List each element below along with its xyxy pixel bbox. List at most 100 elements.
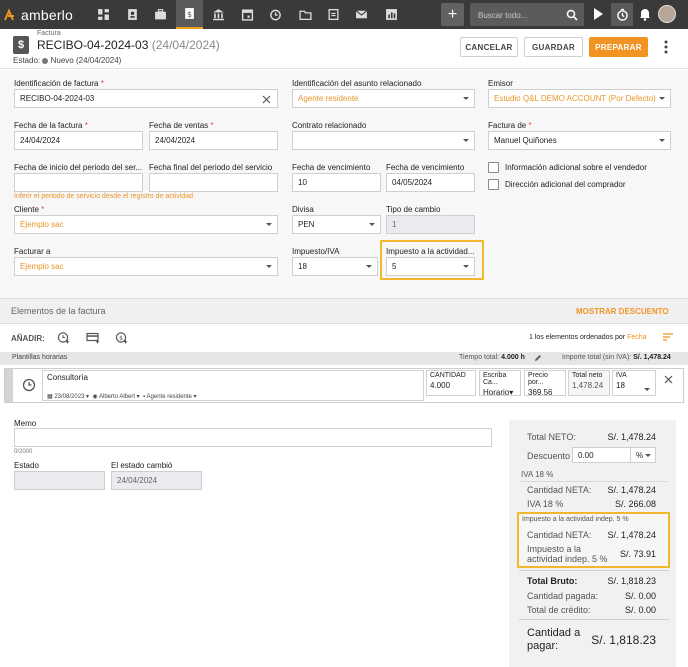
prepare-button[interactable]: PREPARAR xyxy=(589,37,648,57)
seller-info-checkbox[interactable] xyxy=(488,162,499,173)
add-fee-button[interactable]: $ xyxy=(115,331,128,346)
discount-unit-select[interactable]: % xyxy=(630,447,656,463)
unit-cell[interactable]: Escriba Ca... Horario▾ xyxy=(479,370,521,397)
play-timer-button[interactable] xyxy=(592,7,604,23)
activity-tax-select[interactable]: 5 xyxy=(386,257,475,276)
drag-handle[interactable] xyxy=(5,369,13,402)
add-expense-button[interactable] xyxy=(86,331,100,346)
quick-add-button[interactable]: + xyxy=(441,3,464,26)
document-icon xyxy=(328,8,339,21)
nav-contacts[interactable] xyxy=(119,0,146,29)
remove-line-button[interactable] xyxy=(664,375,673,386)
add-time-entry-button[interactable] xyxy=(57,331,70,346)
issuer-select[interactable]: Estudio Q&L DEMO ACCOUNT (Por Defecto) xyxy=(488,89,671,108)
nav-bank[interactable] xyxy=(205,0,232,29)
cancel-button[interactable]: CANCELAR xyxy=(460,37,518,57)
time-entry-icon xyxy=(22,378,36,394)
nav-matters[interactable] xyxy=(147,0,174,29)
period-end-label: Fecha final del periodo del servicio xyxy=(149,163,273,172)
status-text: Nuevo (24/04/2024) xyxy=(50,56,122,65)
more-options-button[interactable] xyxy=(664,38,668,56)
qty-cell[interactable]: CANTIDAD 4.000 xyxy=(426,370,476,396)
contract-select[interactable] xyxy=(292,131,475,150)
svg-text:$: $ xyxy=(119,335,123,342)
currency-select[interactable]: PEN xyxy=(292,215,381,234)
buyer-address-label: Dirección adicional del comprador xyxy=(505,180,626,189)
show-discount-link[interactable]: MOSTRAR DESCUENTO xyxy=(576,307,669,316)
dollar-plus-icon: $ xyxy=(115,332,128,344)
edit-time-icon[interactable] xyxy=(534,354,542,364)
nav-reports[interactable] xyxy=(378,0,405,29)
line-meta: ▦ 23/08/2023 ▾ ◉ Alberto Albert ▾ ▪ Agen… xyxy=(47,393,197,400)
sort-icon xyxy=(663,333,673,341)
invoice-doc-icon: $ xyxy=(13,36,29,54)
memo-counter: 0/2000 xyxy=(14,449,33,455)
line-user-chip[interactable]: ◉ Alberto Albert ▾ xyxy=(92,394,139,400)
period-start-input[interactable] xyxy=(14,173,143,192)
user-avatar[interactable] xyxy=(658,5,676,23)
app-logo[interactable]: amberlo xyxy=(4,6,73,24)
status-prefix: Estado: xyxy=(13,56,41,65)
net-total-cell: Total neto 1,478.24 xyxy=(568,370,610,396)
search-icon xyxy=(566,9,578,21)
currency-label: Divisa xyxy=(292,205,314,214)
vat-cell[interactable]: IVA 18 xyxy=(612,370,656,396)
stopwatch-button[interactable] xyxy=(611,3,633,26)
calendar-icon xyxy=(241,9,254,21)
issuer-label: Emisor xyxy=(488,79,513,88)
nav-files[interactable] xyxy=(292,0,319,29)
period-hint-link[interactable]: Inferir el periodo de servicio desde el … xyxy=(14,193,193,200)
exchange-rate-label: Tipo de cambio xyxy=(386,205,441,214)
nav-calendar[interactable] xyxy=(234,0,261,29)
nav-documents[interactable] xyxy=(320,0,347,29)
discount-input[interactable]: 0.00 xyxy=(572,447,632,463)
chevron-down-icon xyxy=(266,223,272,226)
briefcase-icon xyxy=(155,9,166,20)
bill-to-select[interactable]: Ejemplo sac xyxy=(14,257,278,276)
save-button[interactable]: GUARDAR xyxy=(524,37,583,57)
activity-tax-label: Impuesto a la actividad... xyxy=(386,247,475,256)
due-date-input[interactable]: 04/05/2024 xyxy=(386,173,475,192)
chevron-down-icon xyxy=(645,454,651,457)
total-time: Tiempo total: 4.000 h xyxy=(459,354,525,361)
svg-text:$: $ xyxy=(187,10,192,19)
card-plus-icon xyxy=(86,332,100,344)
line-matter-chip[interactable]: ▪ Agente residente ▾ xyxy=(143,394,197,400)
contacts-icon xyxy=(128,9,137,20)
amberlo-logo-icon xyxy=(4,8,14,21)
folder-icon xyxy=(299,10,312,21)
invoice-number: RECIBO-04-2024-03 xyxy=(37,38,149,52)
matter-select[interactable]: Agente residente xyxy=(292,89,475,108)
sort-field-dropdown[interactable]: Fecha xyxy=(627,334,646,341)
period-end-input[interactable] xyxy=(149,173,278,192)
clear-icon[interactable] xyxy=(262,95,271,104)
sort-order-button[interactable] xyxy=(663,333,673,343)
sales-date-label: Fecha de ventas * xyxy=(149,121,214,130)
notifications-button[interactable] xyxy=(639,7,651,23)
invoice-id-input[interactable]: RECIBO-04-2024-03 xyxy=(14,89,278,108)
doc-type-label: Factura xyxy=(37,30,61,37)
chevron-down-icon xyxy=(366,265,372,268)
buyer-address-checkbox[interactable] xyxy=(488,179,499,190)
client-label: Cliente * xyxy=(14,205,45,214)
nav-time[interactable] xyxy=(262,0,289,29)
status-changed-field: 24/04/2024 xyxy=(111,471,202,490)
due-date-label: Fecha de vencimiento xyxy=(386,163,465,172)
tax-select[interactable]: 18 xyxy=(292,257,378,276)
price-cell[interactable]: Precio por... 369.56 xyxy=(524,370,566,397)
sales-date-input[interactable]: 24/04/2024 xyxy=(149,131,278,150)
line-date-chip[interactable]: ▦ 23/08/2023 ▾ xyxy=(47,394,89,400)
chevron-down-icon xyxy=(463,139,469,142)
bank-icon xyxy=(213,9,224,21)
clock-plus-icon xyxy=(57,332,70,344)
due-days-input[interactable]: 10 xyxy=(292,173,381,192)
nav-dashboard[interactable] xyxy=(90,0,117,29)
nav-mail[interactable] xyxy=(348,0,375,29)
memo-input[interactable] xyxy=(14,428,492,447)
more-vertical-icon xyxy=(664,40,668,54)
invoice-of-select[interactable]: Manuel Quiñones xyxy=(488,131,671,150)
search-button[interactable] xyxy=(561,4,582,25)
client-select[interactable]: Ejemplo sac xyxy=(14,215,278,234)
invoice-date-input[interactable]: 24/04/2024 xyxy=(14,131,143,150)
nav-invoices[interactable]: $ xyxy=(176,0,203,29)
